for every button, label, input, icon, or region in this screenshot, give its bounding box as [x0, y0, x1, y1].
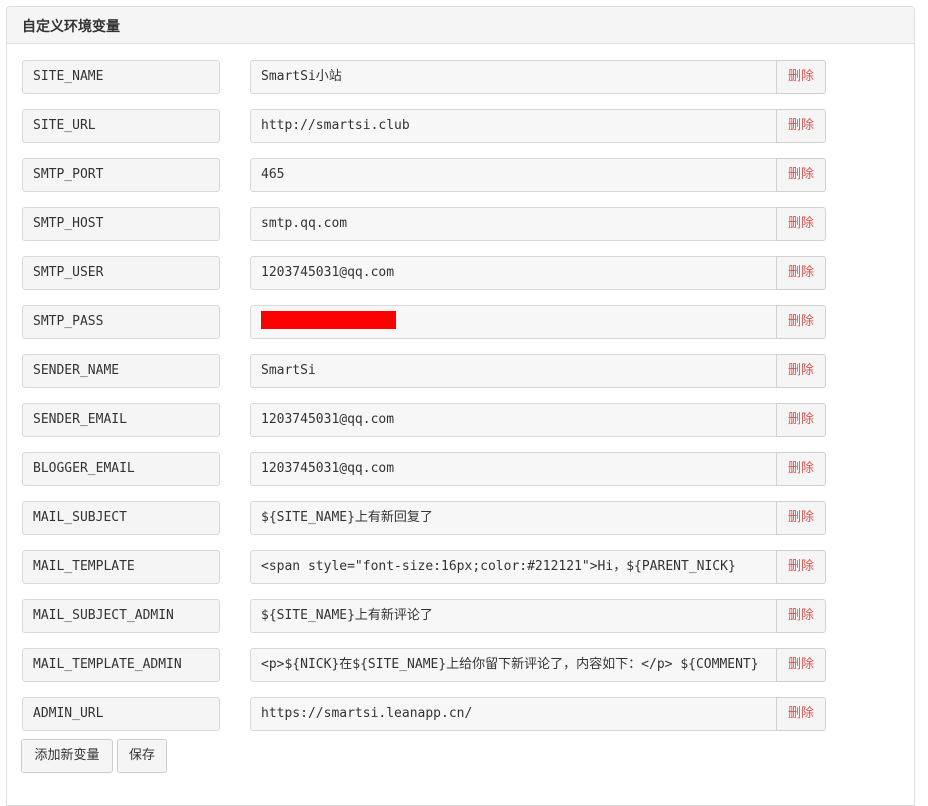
delete-button[interactable]: 删除 — [776, 648, 826, 682]
delete-button[interactable]: 删除 — [776, 109, 826, 143]
env-var-key-input[interactable]: SMTP_USER — [22, 256, 220, 290]
env-var-key-input[interactable]: SMTP_HOST — [22, 207, 220, 241]
env-var-key-input[interactable]: SMTP_PORT — [22, 158, 220, 192]
delete-button[interactable]: 删除 — [776, 550, 826, 584]
env-var-value-input[interactable]: <span style="font-size:16px;color:#21212… — [250, 550, 777, 584]
delete-button[interactable]: 删除 — [776, 256, 826, 290]
env-var-value-input[interactable]: SmartSi — [250, 354, 777, 388]
env-var-key-input[interactable]: SENDER_NAME — [22, 354, 220, 388]
env-var-value-input[interactable]: smtp.qq.com — [250, 207, 777, 241]
env-var-key-input[interactable]: SENDER_EMAIL — [22, 403, 220, 437]
delete-button[interactable]: 删除 — [776, 354, 826, 388]
env-var-key-input[interactable]: SITE_NAME — [22, 60, 220, 94]
env-var-value-input[interactable]: 1203745031@qq.com — [250, 256, 777, 290]
env-var-key-input[interactable]: MAIL_SUBJECT_ADMIN — [22, 599, 220, 633]
env-var-key-input[interactable]: ADMIN_URL — [22, 697, 220, 731]
env-var-key-input[interactable]: MAIL_SUBJECT — [22, 501, 220, 535]
delete-button[interactable]: 删除 — [776, 207, 826, 241]
env-var-value-input[interactable]: https://smartsi.leanapp.cn/ — [250, 697, 777, 731]
env-var-key-input[interactable]: MAIL_TEMPLATE — [22, 550, 220, 584]
delete-button[interactable]: 删除 — [776, 452, 826, 486]
env-var-key-input[interactable]: SMTP_PASS — [22, 305, 220, 339]
env-var-value-input[interactable]: http://smartsi.club — [250, 109, 777, 143]
env-var-value-input[interactable]: 465 — [250, 158, 777, 192]
env-var-value-input[interactable]: 1203745031@qq.com — [250, 403, 777, 437]
env-var-value-input[interactable]: <p>${NICK}在${SITE_NAME}上给你留下新评论了，内容如下：</… — [250, 648, 777, 682]
env-var-key-input[interactable]: SITE_URL — [22, 109, 220, 143]
delete-button[interactable]: 删除 — [776, 305, 826, 339]
env-var-value-input[interactable] — [250, 305, 777, 339]
delete-button[interactable]: 删除 — [776, 697, 826, 731]
delete-button[interactable]: 删除 — [776, 403, 826, 437]
redacted-value — [261, 311, 396, 329]
env-var-value-input[interactable]: ${SITE_NAME}上有新评论了 — [250, 599, 777, 633]
env-var-value-input[interactable]: ${SITE_NAME}上有新回复了 — [250, 501, 777, 535]
delete-button[interactable]: 删除 — [776, 60, 826, 94]
delete-button[interactable]: 删除 — [776, 599, 826, 633]
env-var-value-input[interactable]: SmartSi小站 — [250, 60, 777, 94]
env-vars-panel: 自定义环境变量 SITE_NAME SmartSi小站 删除 SITE_URL http… — [6, 6, 915, 806]
panel-title: 自定义环境变量 — [7, 7, 914, 44]
delete-button[interactable]: 删除 — [776, 158, 826, 192]
save-button[interactable]: 保存 — [117, 739, 167, 773]
env-var-value-input[interactable]: 1203745031@qq.com — [250, 452, 777, 486]
delete-button[interactable]: 删除 — [776, 501, 826, 535]
env-var-key-input[interactable]: BLOGGER_EMAIL — [22, 452, 220, 486]
add-variable-button[interactable]: 添加新变量 — [21, 739, 113, 773]
env-var-key-input[interactable]: MAIL_TEMPLATE_ADMIN — [22, 648, 220, 682]
